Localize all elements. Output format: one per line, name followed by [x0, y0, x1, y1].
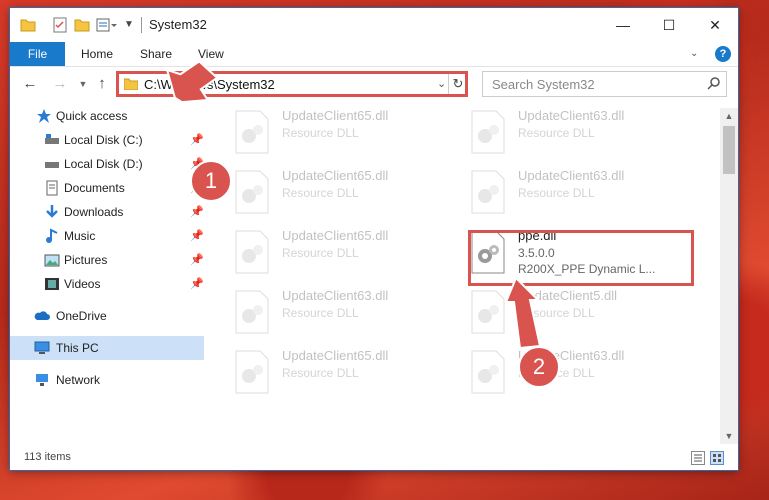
step-1-badge: 1	[190, 160, 232, 202]
arrow-1-icon	[165, 60, 219, 104]
arrow-2-icon	[504, 276, 542, 350]
annotation-arrows	[165, 60, 542, 350]
step-2-badge: 2	[518, 346, 560, 388]
